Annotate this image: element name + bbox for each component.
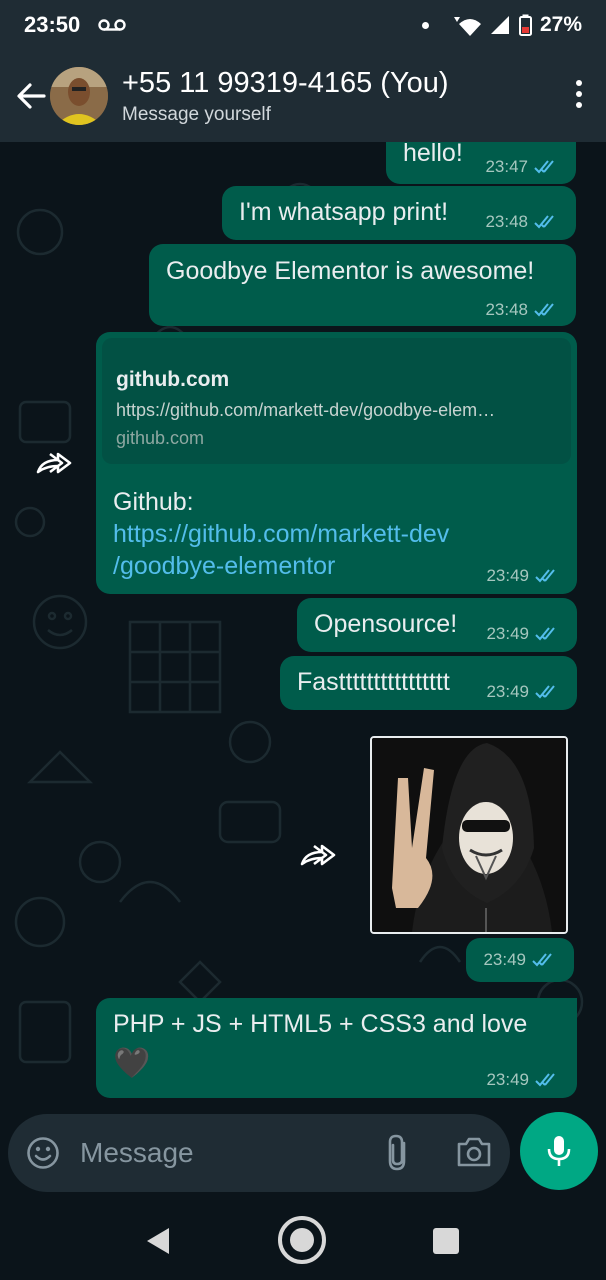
message-time: 23:49 (486, 682, 529, 701)
link-preview-url: https://github.com/markett-dev/goodbye-e… (116, 400, 496, 420)
message-link[interactable]: /goodbye-elementor (113, 552, 335, 581)
message-text: I'm whatsapp print! (239, 198, 449, 226)
message-meta: 23:49 (486, 624, 563, 644)
link-preview-domain: github.com (116, 428, 205, 448)
back-arrow-icon[interactable] (8, 73, 54, 119)
message-time: 23:49 (486, 566, 529, 585)
battery-icon (518, 14, 532, 36)
attach-icon[interactable] (384, 1133, 414, 1173)
read-ticks-icon (534, 303, 554, 317)
message-meta: 23:49 (483, 950, 560, 970)
contact-name: +55 11 99319-4165 (You) (122, 67, 449, 99)
message-text: Fastttttttttttttttt (297, 668, 450, 696)
microphone-icon (547, 1136, 571, 1166)
message-meta: 23:49 (486, 682, 563, 702)
read-ticks-icon (532, 953, 552, 967)
heart-emoji: 🖤 (113, 1047, 151, 1080)
message-time: 23:48 (485, 212, 528, 231)
header-text[interactable]: +55 11 99319-4165 (You) Message yourself (122, 66, 449, 126)
message-bubble[interactable]: I'm whatsapp print! 23:48 (222, 186, 576, 240)
system-nav-bar (0, 1204, 606, 1280)
contact-subtitle: Message yourself (122, 104, 271, 125)
status-bar: 23:50 27% (0, 0, 606, 50)
chat-header: +55 11 99319-4165 (You) Message yourself (0, 50, 606, 142)
message-bubble-image-time[interactable]: 23:49 (466, 938, 574, 982)
message-bubble[interactable]: PHP + JS + HTML5 + CSS3 and love 🖤 23:49 (96, 998, 577, 1098)
notification-dot-icon (421, 21, 429, 29)
voicemail-icon (98, 19, 126, 31)
message-text: PHP + JS + HTML5 + CSS3 and love (113, 1010, 528, 1038)
message-time: 23:47 (485, 157, 528, 176)
message-time: 23:49 (486, 1070, 529, 1089)
read-ticks-icon (534, 215, 554, 229)
emoji-icon[interactable] (26, 1136, 60, 1170)
message-link[interactable]: https://github.com/markett-dev (113, 520, 449, 549)
nav-back-icon[interactable] (145, 1226, 171, 1256)
avatar[interactable] (50, 67, 108, 125)
message-meta: 23:47 (485, 157, 562, 177)
message-bubble-link[interactable]: github.com https://github.com/markett-de… (96, 332, 577, 594)
read-ticks-icon (534, 160, 554, 174)
nav-recents-icon[interactable] (433, 1228, 459, 1254)
link-preview-title: github.com (116, 368, 230, 391)
message-meta: 23:48 (485, 300, 562, 320)
message-input[interactable] (80, 1137, 360, 1169)
battery-percentage: 27% (539, 13, 582, 36)
message-image[interactable] (370, 736, 568, 934)
message-text: Opensource! (314, 610, 458, 638)
message-time: 23:49 (486, 624, 529, 643)
forward-icon[interactable] (300, 842, 338, 868)
message-bubble[interactable]: Goodbye Elementor is awesome! 23:48 (149, 244, 576, 326)
message-bubble[interactable]: hello! 23:47 (386, 142, 576, 184)
message-meta: 23:49 (486, 1070, 563, 1090)
input-bar (0, 1112, 606, 1204)
read-ticks-icon (535, 569, 555, 583)
status-icons: 27% (421, 13, 582, 37)
message-meta: 23:48 (485, 212, 562, 232)
link-preview-card[interactable]: github.com https://github.com/markett-de… (102, 338, 571, 464)
read-ticks-icon (535, 627, 555, 641)
message-meta: 23:49 (486, 566, 563, 586)
signal-icon (490, 16, 509, 34)
wifi-icon (453, 17, 481, 36)
chat-area[interactable]: hello! 23:47 I'm whatsapp print! 23:48 G… (0, 142, 606, 1112)
read-ticks-icon (535, 685, 555, 699)
microphone-button[interactable] (520, 1112, 598, 1190)
message-bubble[interactable]: Fastttttttttttttttt 23:49 (280, 656, 577, 710)
camera-icon[interactable] (456, 1136, 492, 1168)
message-text: Github: (113, 488, 194, 516)
read-ticks-icon (535, 1073, 555, 1087)
message-box[interactable] (8, 1114, 510, 1192)
message-time: 23:49 (483, 950, 526, 969)
nav-home-icon[interactable] (278, 1216, 326, 1264)
message-time: 23:48 (485, 300, 528, 319)
forward-icon[interactable] (36, 450, 74, 476)
message-text: Goodbye Elementor is awesome! (166, 257, 535, 285)
message-bubble[interactable]: Opensource! 23:49 (297, 598, 577, 652)
more-options-icon[interactable] (576, 80, 582, 108)
status-time: 23:50 (24, 12, 81, 37)
message-text: hello! (403, 142, 463, 167)
